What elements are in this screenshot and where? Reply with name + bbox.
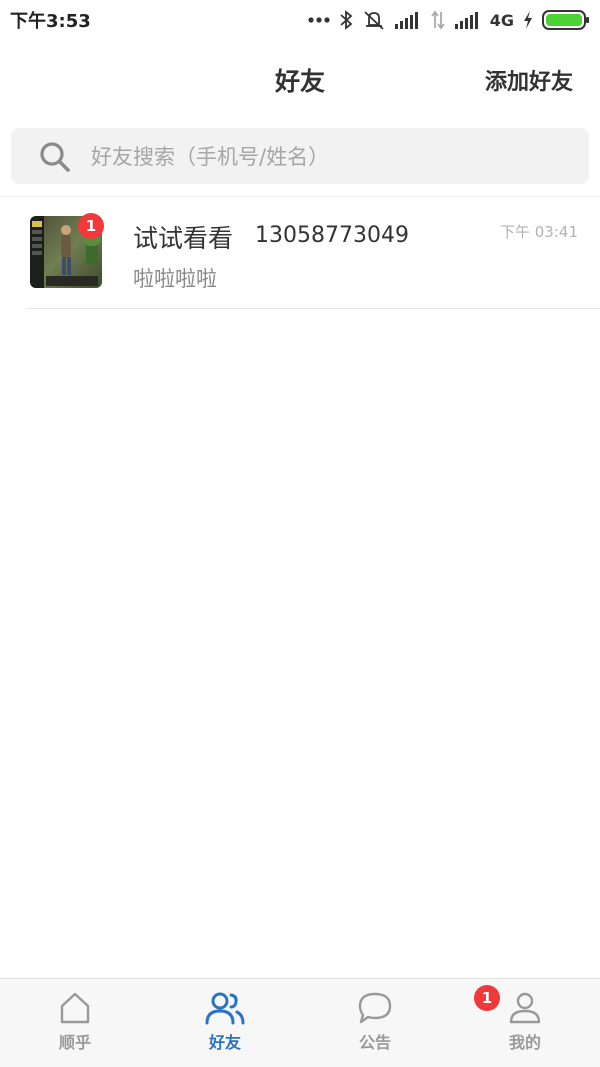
profile-icon bbox=[509, 992, 541, 1024]
data-transfer-icon bbox=[431, 10, 445, 30]
tab-home[interactable]: 顺乎 bbox=[0, 979, 150, 1067]
bottom-tab-bar: 顺乎 好友 公告 1 我的 bbox=[0, 978, 600, 1067]
divider bbox=[26, 308, 600, 309]
more-icon bbox=[308, 17, 330, 23]
last-message: 啦啦啦啦 bbox=[133, 267, 217, 291]
search-input[interactable] bbox=[89, 136, 563, 178]
add-friend-button[interactable]: 添加好友 bbox=[485, 64, 573, 96]
unread-badge: 1 bbox=[78, 213, 104, 239]
tab-label: 公告 bbox=[358, 1033, 391, 1052]
battery-icon bbox=[542, 10, 589, 30]
friend-name: 试试看看 bbox=[133, 224, 234, 253]
tab-friends[interactable]: 好友 bbox=[150, 979, 300, 1067]
status-icons: 4G bbox=[308, 9, 590, 31]
friends-icon bbox=[205, 992, 245, 1025]
signal-icon bbox=[454, 12, 478, 29]
tab-label: 我的 bbox=[508, 1033, 541, 1052]
message-time: 下午 03:41 bbox=[500, 223, 578, 241]
mute-vibrate-icon bbox=[364, 11, 384, 30]
status-time: 下午3:53 bbox=[10, 11, 91, 32]
charging-icon bbox=[524, 11, 532, 29]
friend-phone: 13058773049 bbox=[255, 223, 409, 248]
signal-icon bbox=[394, 12, 418, 29]
bluetooth-icon bbox=[340, 10, 353, 30]
search-icon bbox=[40, 142, 70, 172]
top-nav-bar: 好友 添加好友 bbox=[0, 40, 600, 119]
home-icon bbox=[60, 992, 90, 1024]
network-type: 4G bbox=[489, 10, 514, 30]
tab-profile[interactable]: 我的 bbox=[450, 979, 600, 1067]
search-box[interactable] bbox=[11, 128, 589, 184]
friend-list-item[interactable]: 1 试试看看 13058773049 下午 03:41 啦啦啦啦 bbox=[0, 197, 600, 309]
status-bar: 下午3:53 4G bbox=[0, 0, 600, 40]
search-bar bbox=[0, 118, 600, 197]
tab-label: 顺乎 bbox=[58, 1033, 91, 1052]
tab-announcement[interactable]: 公告 1 bbox=[300, 979, 500, 1067]
announcement-icon bbox=[358, 992, 392, 1024]
tab-label: 好友 bbox=[208, 1033, 241, 1052]
